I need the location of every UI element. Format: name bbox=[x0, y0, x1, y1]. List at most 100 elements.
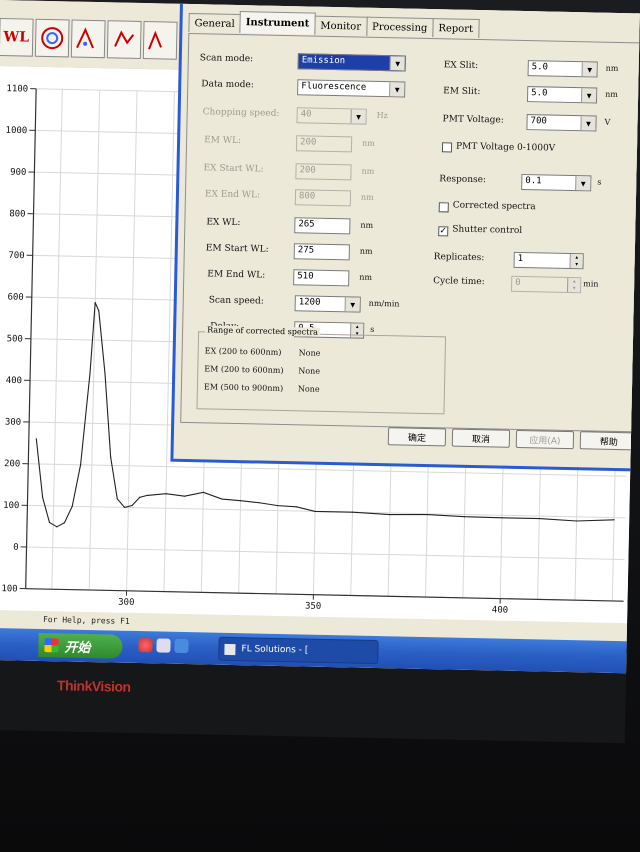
wl-icon[interactable]: WL bbox=[0, 17, 34, 57]
y-tick-label: 800 bbox=[9, 209, 25, 219]
chevron-down-icon[interactable]: ▼ bbox=[581, 62, 597, 77]
chopping-speed-select[interactable]: 40 ▼ bbox=[296, 107, 367, 125]
corrected-range-row-2: EM (200 to 600nm) bbox=[204, 364, 284, 376]
y-tick-label: 1000 bbox=[5, 126, 27, 136]
chopping-speed-unit: Hz bbox=[376, 110, 388, 121]
ok-button[interactable]: 确定 bbox=[387, 427, 447, 447]
ie-icon[interactable] bbox=[174, 638, 189, 654]
ex-slit-unit: nm bbox=[605, 63, 619, 73]
chevron-down-icon[interactable]: ▼ bbox=[344, 297, 360, 312]
undo-icon[interactable] bbox=[106, 20, 142, 59]
tab-general[interactable]: General bbox=[188, 12, 241, 34]
tab-report[interactable]: Report bbox=[432, 18, 480, 39]
zoom-icon[interactable] bbox=[142, 21, 178, 60]
corrected-status-2: None bbox=[298, 366, 321, 376]
explorer-icon[interactable] bbox=[156, 638, 171, 653]
em-wl-label: EM WL: bbox=[204, 135, 242, 147]
ex-start-wl-unit: nm bbox=[361, 166, 375, 176]
peak-icon[interactable] bbox=[70, 19, 106, 59]
ex-end-wl-unit: nm bbox=[360, 192, 374, 202]
cycle-time-stepper[interactable]: 0 ▴ ▾ bbox=[511, 275, 582, 294]
em-start-wl-field[interactable]: 275 bbox=[293, 243, 350, 261]
ex-slit-select[interactable]: 5.0 ▼ bbox=[527, 60, 598, 78]
cycle-time-value: 0 bbox=[515, 277, 521, 288]
y-tick-label: 400 bbox=[6, 376, 22, 386]
ex-end-wl-label: EX End WL: bbox=[204, 189, 261, 201]
ex-end-wl-field[interactable]: 800 bbox=[294, 189, 352, 207]
ex-wl-label: EX WL: bbox=[206, 217, 241, 229]
scan-mode-select[interactable]: Emission ▼ bbox=[297, 53, 406, 72]
y-tick-label: 200 bbox=[4, 459, 20, 469]
x-tick-label: 300 bbox=[118, 598, 134, 608]
chevron-down-icon[interactable]: ▼ bbox=[575, 176, 591, 191]
thinkvision-logo: ThinkVision bbox=[56, 677, 131, 695]
target-icon[interactable] bbox=[34, 18, 70, 58]
chopping-speed-label: Chopping speed: bbox=[202, 107, 280, 119]
em-end-wl-unit: nm bbox=[359, 272, 373, 282]
windows-flag-icon bbox=[44, 638, 59, 653]
corrected-status-1: None bbox=[298, 348, 321, 358]
start-label: 开始 bbox=[64, 639, 91, 656]
y-tick-label: 900 bbox=[10, 168, 26, 178]
ex-wl-unit: nm bbox=[360, 220, 374, 230]
chrome-icon[interactable] bbox=[138, 638, 153, 653]
replicates-value: 1 bbox=[517, 253, 524, 265]
pmt-range-checkbox[interactable] bbox=[441, 142, 453, 153]
help-button[interactable]: 帮助 bbox=[579, 431, 639, 451]
zoom-icon-graphic bbox=[148, 30, 162, 50]
em-wl-field[interactable]: 200 bbox=[295, 135, 353, 153]
tab-processing[interactable]: Processing bbox=[365, 16, 434, 38]
y-tick-label: 500 bbox=[7, 334, 23, 344]
fl-solutions-icon bbox=[224, 643, 236, 656]
tab-monitor[interactable]: Monitor bbox=[314, 15, 368, 36]
response-unit: s bbox=[597, 177, 602, 187]
grid-line-h bbox=[26, 546, 625, 561]
response-select[interactable]: 0.1 ▼ bbox=[521, 173, 592, 192]
tab-instrument[interactable]: Instrument bbox=[239, 11, 316, 35]
undo-icon-graphic bbox=[114, 30, 135, 47]
screen: WL 1100 1000 900 800 700 600 500 400 300 200 100 0-… bbox=[0, 0, 640, 674]
y-tick-label: 1100 bbox=[6, 84, 28, 94]
shutter-control-checkbox[interactable]: ✓ bbox=[438, 226, 449, 237]
pmt-voltage-label: PMT Voltage: bbox=[442, 114, 504, 126]
ex-start-wl-field[interactable]: 200 bbox=[295, 163, 352, 181]
y-tick-label: 0 bbox=[13, 543, 19, 553]
chevron-down-icon[interactable]: ▼ bbox=[389, 82, 405, 97]
cancel-button[interactable]: 取消 bbox=[451, 428, 511, 448]
task-label: FL Solutions - [ bbox=[241, 644, 309, 656]
corrected-spectra-checkbox[interactable] bbox=[438, 202, 449, 213]
scan-speed-select[interactable]: 1200 ▼ bbox=[294, 295, 361, 313]
start-button[interactable]: 开始 bbox=[38, 632, 123, 659]
data-mode-select[interactable]: Fluorescence ▼ bbox=[297, 79, 406, 98]
corrected-spectra-label: Corrected spectra bbox=[452, 200, 536, 213]
spin-arrows-icon[interactable]: ▴ ▾ bbox=[569, 253, 583, 269]
spin-arrows-icon[interactable]: ▴ ▾ bbox=[567, 277, 581, 293]
replicates-label: Replicates: bbox=[433, 252, 485, 264]
corrected-range-row-3: EM (500 to 900nm) bbox=[203, 382, 284, 394]
em-start-wl-unit: nm bbox=[359, 246, 373, 256]
chevron-down-icon[interactable]: ▼ bbox=[389, 56, 405, 71]
x-tick-label: 350 bbox=[305, 602, 321, 612]
ex-slit-label: EX Slit: bbox=[443, 60, 479, 72]
pmt-range-label: PMT Voltage 0-1000V bbox=[455, 141, 556, 154]
replicates-stepper[interactable]: 1 ▴ ▾ bbox=[513, 251, 584, 270]
chevron-down-icon[interactable]: ▼ bbox=[580, 88, 597, 103]
pmt-voltage-select[interactable]: 700 ▼ bbox=[526, 114, 597, 132]
pmt-voltage-value: 700 bbox=[530, 116, 547, 127]
y-tick-label: 100 bbox=[3, 501, 19, 511]
x-tick-label: 400 bbox=[492, 605, 508, 615]
chevron-down-icon[interactable]: ▼ bbox=[350, 109, 366, 124]
corrected-spectra-title: Range of corrected spectra bbox=[205, 325, 321, 337]
em-end-wl-field[interactable]: 510 bbox=[293, 269, 350, 287]
response-value: 0.1 bbox=[525, 176, 542, 187]
apply-button[interactable]: 应用(A) bbox=[515, 429, 575, 450]
em-slit-unit: nm bbox=[605, 89, 619, 99]
shutter-control-label: Shutter control bbox=[452, 224, 523, 236]
chopping-speed-value: 40 bbox=[300, 109, 312, 120]
em-slit-select[interactable]: 5.0 ▼ bbox=[526, 86, 598, 104]
corrected-range-row-1: EX (200 to 600nm) bbox=[204, 346, 282, 357]
ex-wl-field[interactable]: 265 bbox=[294, 217, 351, 235]
pmt-voltage-unit: V bbox=[604, 117, 611, 127]
chevron-down-icon[interactable]: ▼ bbox=[580, 116, 596, 131]
taskbar-item-fl-solutions[interactable]: FL Solutions - [ bbox=[218, 636, 379, 665]
